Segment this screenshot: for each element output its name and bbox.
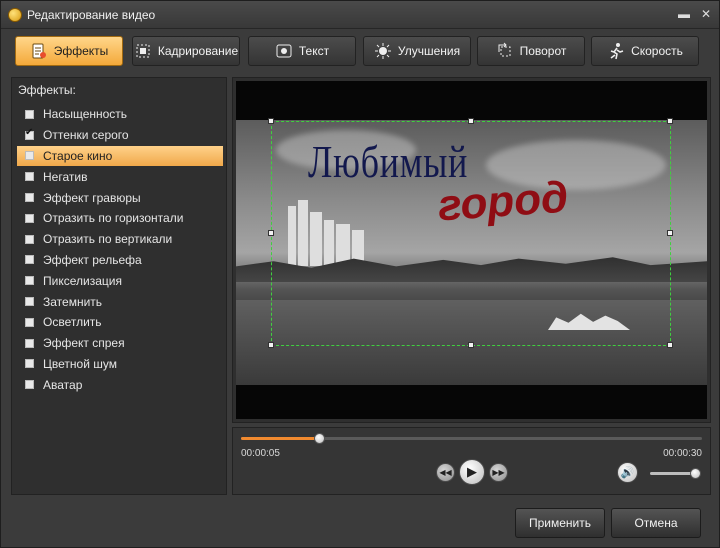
checkbox[interactable] bbox=[25, 380, 34, 390]
crop-selection[interactable] bbox=[268, 118, 673, 348]
effects-panel: Эффекты: Насыщенность Оттенки серого Ста… bbox=[11, 77, 227, 495]
checkbox[interactable] bbox=[25, 317, 34, 327]
prev-frame-button[interactable]: ◀◀ bbox=[436, 463, 455, 482]
app-logo-icon bbox=[8, 8, 22, 22]
effects-list: Насыщенность Оттенки серого Старое кино … bbox=[17, 104, 223, 395]
play-button[interactable]: ▶ bbox=[459, 459, 485, 485]
effect-item[interactable]: Отразить по горизонтали bbox=[17, 208, 223, 229]
checkbox[interactable] bbox=[25, 109, 34, 119]
effect-label: Пикселизация bbox=[43, 273, 122, 288]
effect-item[interactable]: Пикселизация bbox=[17, 270, 223, 291]
text-icon bbox=[276, 44, 292, 58]
title-bar: Редактирование видео ▬ ✕ bbox=[1, 1, 719, 29]
player-controls: 00:00:05 00:00:30 ◀◀ ▶ ▶▶ 🔊 bbox=[232, 427, 711, 495]
checkbox[interactable] bbox=[25, 297, 34, 307]
effect-label: Затемнить bbox=[43, 294, 103, 309]
effect-label: Отразить по вертикали bbox=[43, 232, 173, 247]
tab-enhance[interactable]: Улучшения bbox=[363, 36, 471, 66]
effect-label: Осветлить bbox=[43, 315, 102, 330]
effect-label: Старое кино bbox=[43, 148, 113, 163]
speaker-icon: 🔊 bbox=[620, 467, 635, 479]
effect-item[interactable]: Эффект спрея bbox=[17, 333, 223, 354]
video-preview[interactable]: Любимый город bbox=[236, 81, 707, 419]
checkbox[interactable] bbox=[25, 234, 34, 244]
effect-label: Аватар bbox=[43, 377, 83, 392]
tab-effects[interactable]: Эффекты bbox=[15, 36, 123, 66]
preview-panel: Любимый город bbox=[232, 77, 711, 423]
effect-label: Отразить по горизонтали bbox=[43, 211, 184, 226]
effect-label: Эффект спрея bbox=[43, 336, 125, 351]
resize-handle[interactable] bbox=[268, 230, 274, 236]
video-editor-window: Редактирование видео ▬ ✕ Эффекты Кадриро… bbox=[0, 0, 720, 548]
total-time: 00:00:30 bbox=[663, 448, 702, 459]
checkbox[interactable] bbox=[25, 213, 34, 223]
checkbox[interactable] bbox=[25, 127, 34, 140]
timeline-thumb[interactable] bbox=[314, 433, 326, 444]
effect-item[interactable]: Оттенки серого bbox=[17, 125, 223, 146]
effect-label: Эффект гравюры bbox=[43, 190, 141, 205]
tab-rotate[interactable]: Поворот bbox=[477, 36, 585, 66]
timeline-slider[interactable] bbox=[241, 433, 702, 444]
rotate-icon bbox=[498, 42, 511, 57]
tab-label: Поворот bbox=[519, 44, 567, 58]
effect-label: Цветной шум bbox=[43, 356, 117, 371]
cancel-button[interactable]: Отмена bbox=[611, 508, 701, 538]
effect-label: Оттенки серого bbox=[43, 128, 129, 143]
fast-forward-icon: ▶▶ bbox=[492, 468, 505, 477]
checkbox[interactable] bbox=[25, 255, 34, 265]
resize-handle[interactable] bbox=[468, 118, 474, 124]
effect-item[interactable]: Насыщенность bbox=[17, 104, 223, 125]
apply-button[interactable]: Применить bbox=[515, 508, 605, 538]
volume-thumb[interactable] bbox=[690, 468, 701, 479]
effect-item[interactable]: Аватар bbox=[17, 374, 223, 395]
close-button[interactable]: ✕ bbox=[697, 6, 715, 22]
tab-label: Эффекты bbox=[53, 44, 109, 58]
effects-heading: Эффекты: bbox=[18, 83, 76, 97]
tab-bar: Эффекты Кадрирование Текст Улучшения Пов… bbox=[15, 36, 707, 68]
effect-item[interactable]: Отразить по вертикали bbox=[17, 229, 223, 250]
effects-icon bbox=[32, 43, 46, 59]
checkbox[interactable] bbox=[25, 338, 34, 348]
checkbox[interactable] bbox=[25, 172, 34, 182]
tab-text[interactable]: Текст bbox=[248, 36, 356, 66]
volume-button[interactable]: 🔊 bbox=[617, 462, 638, 483]
resize-handle[interactable] bbox=[667, 118, 673, 124]
checkbox[interactable] bbox=[25, 151, 34, 161]
effect-label: Негатив bbox=[43, 169, 88, 184]
speed-icon bbox=[610, 43, 624, 60]
play-icon: ▶ bbox=[467, 464, 477, 479]
timeline-progress bbox=[241, 437, 320, 440]
effect-item[interactable]: Осветлить bbox=[17, 312, 223, 333]
checkbox[interactable] bbox=[25, 276, 34, 286]
next-frame-button[interactable]: ▶▶ bbox=[489, 463, 508, 482]
volume-slider[interactable] bbox=[650, 468, 701, 479]
resize-handle[interactable] bbox=[468, 342, 474, 348]
crop-icon bbox=[136, 44, 150, 58]
effect-item[interactable]: Эффект гравюры bbox=[17, 187, 223, 208]
effect-item[interactable]: Цветной шум bbox=[17, 354, 223, 375]
tab-speed[interactable]: Скорость bbox=[591, 36, 699, 66]
effect-label: Насыщенность bbox=[43, 107, 128, 122]
tab-label: Кадрирование bbox=[157, 44, 239, 58]
tab-label: Скорость bbox=[631, 44, 683, 58]
window-title: Редактирование видео bbox=[27, 8, 156, 22]
effect-item[interactable]: Старое кино bbox=[17, 145, 223, 167]
checkbox[interactable] bbox=[25, 359, 34, 369]
rewind-icon: ◀◀ bbox=[439, 468, 452, 477]
resize-handle[interactable] bbox=[268, 118, 274, 124]
minimize-button[interactable]: ▬ bbox=[675, 6, 693, 22]
tab-crop[interactable]: Кадрирование bbox=[132, 36, 240, 66]
enhance-icon bbox=[374, 43, 391, 59]
current-time: 00:00:05 bbox=[241, 448, 280, 459]
effect-item[interactable]: Негатив bbox=[17, 166, 223, 187]
tab-label: Улучшения bbox=[397, 44, 461, 58]
effect-item[interactable]: Затемнить bbox=[17, 291, 223, 312]
checkbox[interactable] bbox=[25, 193, 34, 203]
resize-handle[interactable] bbox=[667, 230, 673, 236]
resize-handle[interactable] bbox=[667, 342, 673, 348]
effect-label: Эффект рельефа bbox=[43, 252, 142, 267]
resize-handle[interactable] bbox=[268, 342, 274, 348]
tab-label: Текст bbox=[298, 44, 330, 58]
effect-item[interactable]: Эффект рельефа bbox=[17, 250, 223, 271]
